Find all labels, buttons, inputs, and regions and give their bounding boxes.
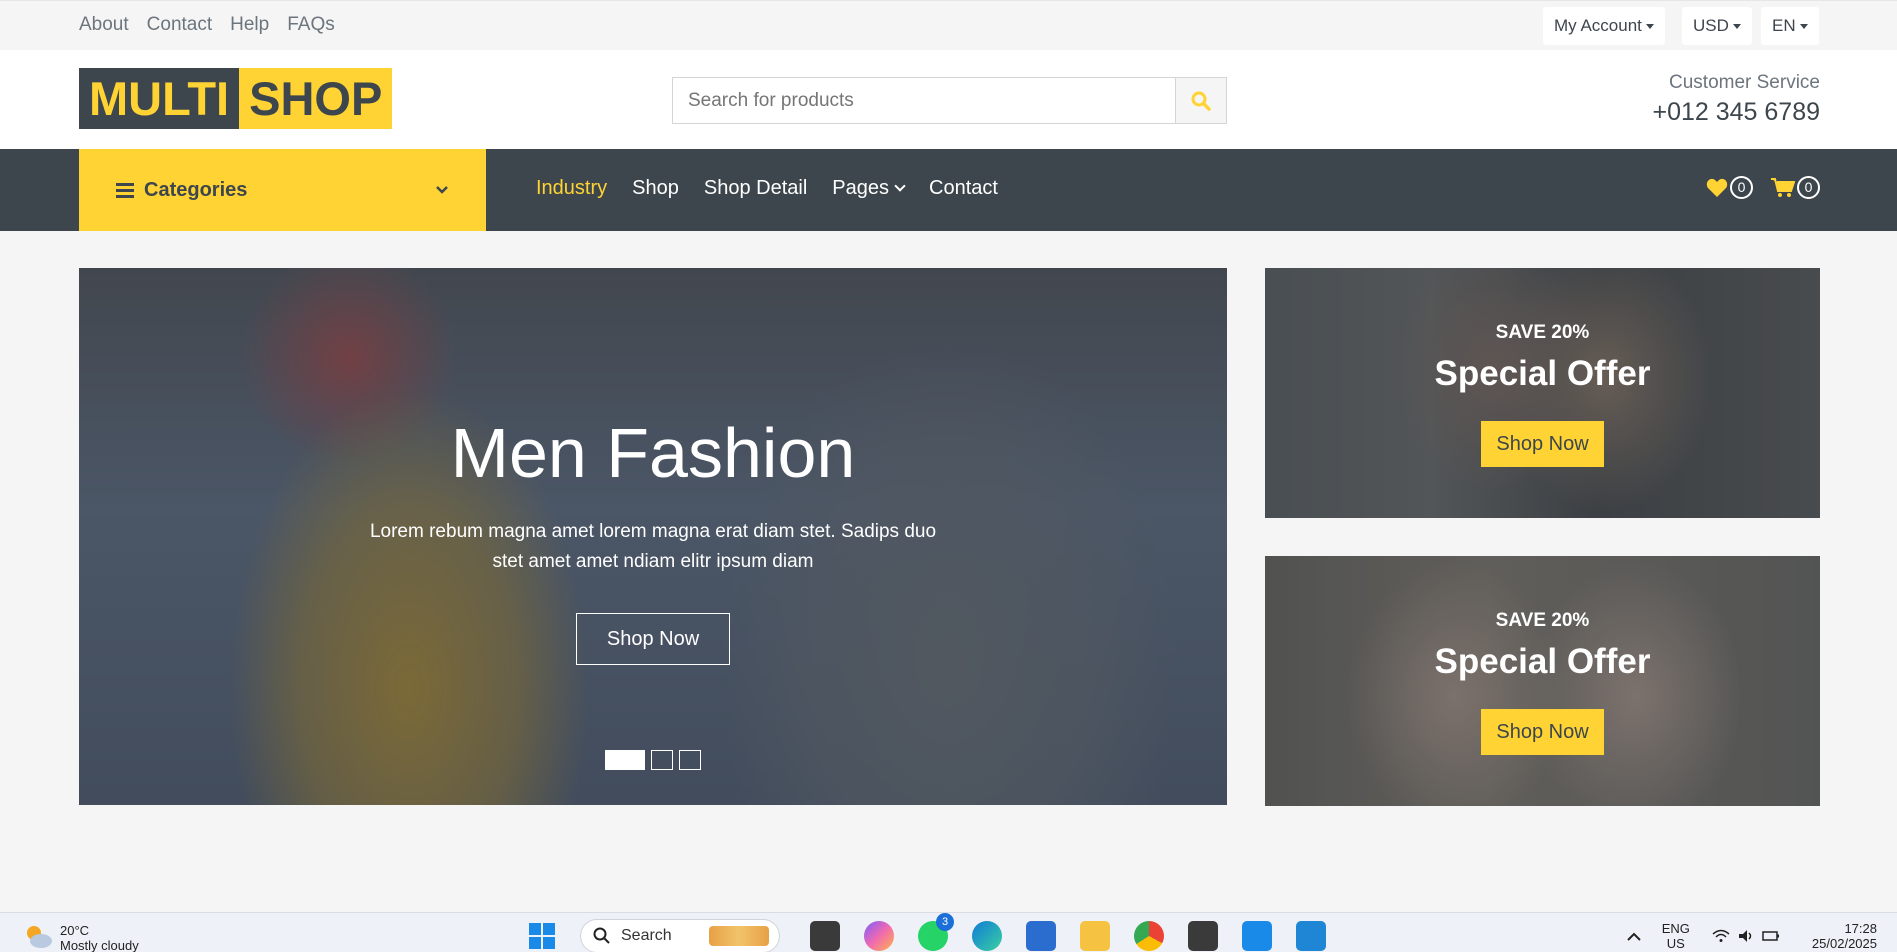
caret-down-icon — [1732, 23, 1741, 29]
cart-icon — [1771, 177, 1795, 197]
chevron-down-icon — [436, 186, 448, 194]
hero-shop-now-button[interactable]: Shop Now — [576, 613, 730, 665]
wishlist-count: 0 — [1730, 176, 1753, 199]
myhp-icon[interactable] — [1242, 921, 1272, 951]
chrome-icon[interactable] — [1134, 921, 1164, 951]
categories-toggle[interactable]: Categories — [79, 149, 486, 231]
logo-shop: SHOP — [239, 68, 393, 129]
hero-caption: Men Fashion Lorem rebum magna amet lorem… — [79, 268, 1227, 805]
weather-widget[interactable]: 20°C Mostly cloudy — [22, 923, 139, 952]
nav-industry[interactable]: Industry — [536, 177, 607, 200]
chevron-up-icon[interactable] — [1626, 930, 1642, 942]
nav-icons: 0 0 — [1706, 176, 1820, 199]
offer-shop-now-button[interactable]: Shop Now — [1481, 421, 1604, 467]
terminal-icon[interactable] — [1188, 921, 1218, 951]
currency-dropdown[interactable]: USD — [1682, 7, 1752, 45]
wifi-icon[interactable] — [1712, 929, 1730, 943]
my-account-label: My Account — [1554, 16, 1642, 35]
caret-down-icon — [1645, 23, 1654, 29]
nav-shop-detail[interactable]: Shop Detail — [704, 177, 807, 200]
site-header: MULTI SHOP Customer Service +012 345 678… — [0, 50, 1897, 149]
wishlist-button[interactable]: 0 — [1706, 176, 1753, 199]
nav-contact[interactable]: Contact — [929, 177, 998, 200]
language-label: EN — [1772, 16, 1796, 35]
logo-multi: MULTI — [79, 68, 240, 129]
hamburger-icon — [116, 180, 134, 201]
offer-title: Special Offer — [1434, 642, 1651, 681]
nav-pages[interactable]: Pages — [832, 177, 906, 200]
hero-title: Men Fashion — [450, 414, 856, 492]
help-link[interactable]: Help — [230, 14, 269, 36]
clock[interactable]: 17:28 25/02/2025 — [1812, 921, 1877, 951]
heart-icon — [1706, 178, 1728, 197]
search-bar — [672, 77, 1227, 124]
task-view-icon[interactable] — [810, 921, 840, 951]
chevron-down-icon — [894, 180, 906, 192]
currency-label: USD — [1693, 16, 1729, 35]
carousel-indicator[interactable] — [605, 750, 645, 770]
taskbar-apps: Search 3 — [528, 913, 1338, 952]
cart-count: 0 — [1797, 176, 1820, 199]
cloudy-weather-icon — [27, 926, 52, 948]
top-links: About Contact Help FAQs — [79, 14, 353, 36]
my-account-dropdown[interactable]: My Account — [1543, 7, 1665, 45]
nav-links: Industry Shop Shop Detail Pages Contact — [536, 177, 1023, 200]
phone-number: +012 345 6789 — [1652, 98, 1820, 126]
logo[interactable]: MULTI SHOP — [79, 68, 393, 129]
hero-carousel[interactable]: Men Fashion Lorem rebum magna amet lorem… — [79, 268, 1227, 805]
whatsapp-icon[interactable]: 3 — [918, 913, 954, 951]
nav-shop[interactable]: Shop — [632, 177, 679, 200]
offer-shop-now-button[interactable]: Shop Now — [1481, 709, 1604, 755]
about-link[interactable]: About — [79, 14, 129, 36]
clock-date: 25/02/2025 — [1811, 936, 1877, 951]
language-dropdown[interactable]: EN — [1761, 7, 1819, 45]
search-highlight-icon — [709, 926, 769, 946]
language-indicator[interactable]: ENG US — [1662, 921, 1690, 951]
battery-icon[interactable] — [1762, 929, 1780, 943]
store-icon[interactable] — [1026, 921, 1056, 951]
weather-temperature: 20°C — [60, 923, 90, 938]
offer-card: SAVE 20% Special Offer Shop Now — [1265, 268, 1820, 518]
offer-save-label: SAVE 20% — [1495, 322, 1590, 343]
main-nav: Categories Industry Shop Shop Detail Pag… — [0, 149, 1897, 231]
whatsapp-badge: 3 — [936, 913, 954, 931]
customer-service: Customer Service +012 345 6789 — [1652, 72, 1820, 127]
os-taskbar: 20°C Mostly cloudy Search 3 ENG US 17:28… — [0, 912, 1897, 952]
volume-icon[interactable] — [1738, 929, 1754, 943]
caret-down-icon — [1799, 23, 1808, 29]
offer-card: SAVE 20% Special Offer Shop Now — [1265, 556, 1820, 806]
offer-title: Special Offer — [1434, 354, 1651, 393]
customer-service-label: Customer Service — [1669, 72, 1820, 93]
hero-text: Lorem rebum magna amet lorem magna erat … — [369, 521, 937, 572]
file-explorer-icon[interactable] — [1080, 921, 1110, 951]
offer-save-label: SAVE 20% — [1495, 610, 1590, 631]
nav-pages-label: Pages — [832, 177, 889, 199]
windows-start-icon[interactable] — [528, 922, 556, 950]
language-line2: US — [1666, 936, 1685, 951]
carousel-indicators — [605, 750, 701, 770]
carousel-indicator[interactable] — [679, 750, 701, 770]
cart-button[interactable]: 0 — [1771, 176, 1820, 199]
top-bar: About Contact Help FAQs My Account USD E… — [0, 0, 1897, 50]
weather-description: Mostly cloudy — [60, 938, 139, 952]
language-line1: ENG — [1661, 921, 1690, 936]
search-icon — [1191, 91, 1211, 111]
taskbar-search[interactable]: Search — [580, 919, 780, 952]
search-button[interactable] — [1175, 78, 1226, 123]
taskbar-search-label: Search — [621, 927, 672, 944]
copilot-icon[interactable] — [864, 921, 894, 951]
search-input[interactable] — [673, 78, 1175, 123]
contact-link[interactable]: Contact — [147, 14, 212, 36]
system-tray: ENG US 17:28 25/02/2025 — [1626, 921, 1877, 951]
faqs-link[interactable]: FAQs — [287, 14, 335, 36]
edge-icon[interactable] — [972, 921, 1002, 951]
clock-time: 17:28 — [1844, 921, 1877, 936]
carousel-indicator[interactable] — [651, 750, 673, 770]
vscode-icon[interactable] — [1296, 921, 1326, 951]
categories-label: Categories — [144, 178, 248, 201]
search-icon — [593, 927, 610, 944]
